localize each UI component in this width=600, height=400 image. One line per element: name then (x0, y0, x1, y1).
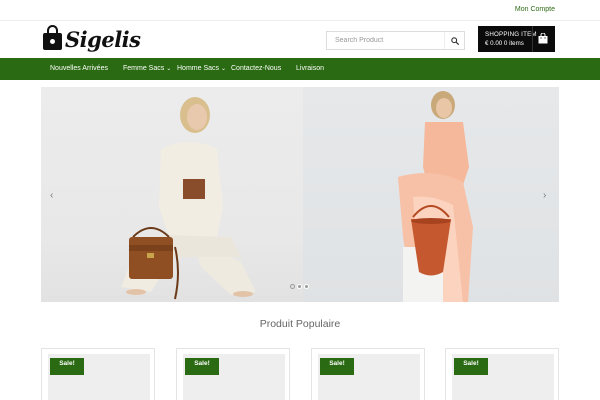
nav-item-label: Homme Sacs (177, 65, 220, 72)
sale-badge: Sale! (454, 358, 488, 375)
site-logo[interactable]: Sigelis (43, 25, 141, 53)
search-box (326, 31, 465, 50)
nav-item-label: Nouvelles Arrivées (50, 65, 108, 72)
slider-dot-3[interactable] (304, 284, 309, 289)
model-with-orange-bag-illustration (398, 91, 473, 302)
logo-text: Sigelis (65, 26, 141, 52)
sale-badge: Sale! (185, 358, 219, 375)
search-input[interactable] (327, 32, 444, 49)
product-card[interactable]: Sale! (41, 348, 155, 400)
top-bar: Mon Compte (0, 0, 600, 21)
slider-prev-arrow[interactable]: ‹ (50, 191, 53, 201)
search-icon (450, 36, 459, 45)
popular-products-title: Produit Populaire (259, 318, 341, 330)
model-with-brown-bag-illustration (121, 97, 256, 300)
nav-item-women-bags[interactable]: Femme Sacs ⌄ (123, 58, 171, 80)
hero-slider: ‹ › (41, 87, 559, 302)
search-button[interactable] (444, 32, 464, 49)
nav-item-label: Livraison (296, 65, 325, 72)
slider-pagination (290, 284, 309, 289)
nav-item-new-arrivals[interactable]: Nouvelles Arrivées (50, 58, 108, 80)
nav-item-label: Femme Sacs (123, 65, 165, 72)
nav-item-label: Contactez-Nous (231, 65, 282, 72)
hero-image-right (303, 87, 559, 302)
slider-dot-1[interactable] (290, 284, 295, 289)
handbag-logo-icon (43, 25, 62, 50)
cart-divider (532, 26, 533, 52)
nav-item-delivery[interactable]: Livraison (296, 58, 324, 80)
sale-badge: Sale! (320, 358, 354, 375)
my-account-link[interactable]: Mon Compte (515, 6, 555, 13)
shopping-bag-icon (538, 33, 548, 44)
product-card[interactable]: Sale! (176, 348, 290, 400)
product-card[interactable]: Sale! (311, 348, 425, 400)
main-navigation: Nouvelles Arrivées Femme Sacs ⌄ Homme Sac… (0, 58, 600, 80)
chevron-down-icon: ⌄ (166, 66, 172, 72)
site-header: Sigelis SHOPPING ITEM € 0.00 0 items (0, 21, 600, 58)
hero-image-left (41, 87, 303, 302)
shopping-cart-button[interactable]: SHOPPING ITEM € 0.00 0 items (478, 26, 555, 52)
nav-item-contact[interactable]: Contactez-Nous (231, 58, 281, 80)
sale-badge: Sale! (50, 358, 84, 375)
slider-dot-2-active[interactable] (297, 284, 302, 289)
chevron-down-icon: ⌄ (221, 66, 227, 72)
nav-item-men-bags[interactable]: Homme Sacs ⌄ (177, 58, 226, 80)
cart-title: SHOPPING ITEM (485, 31, 537, 38)
cart-amount: € 0.00 0 items (485, 40, 524, 47)
slider-next-arrow[interactable]: › (543, 191, 546, 201)
product-card[interactable]: Sale! (445, 348, 559, 400)
